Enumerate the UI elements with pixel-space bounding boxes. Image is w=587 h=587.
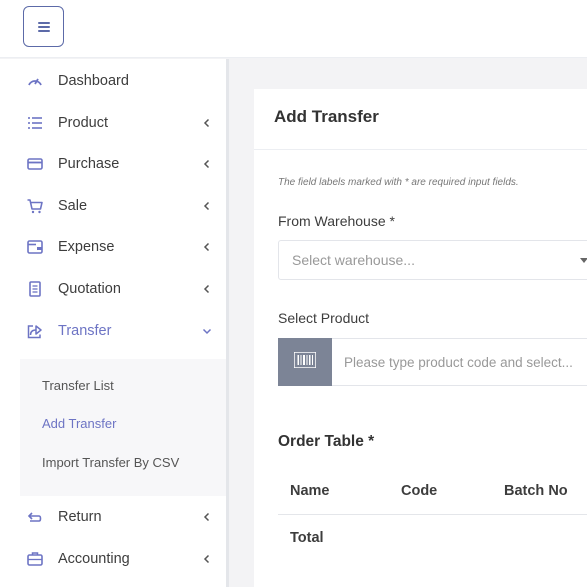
share-icon: [26, 322, 44, 340]
table-footer-total: Total: [290, 530, 324, 546]
dashboard-gauge-icon: [26, 72, 44, 90]
cart-icon: [26, 197, 44, 215]
chevron-left-icon: [201, 283, 213, 295]
chevron-left-icon: [201, 553, 213, 565]
transfer-submenu: Transfer List Add Transfer Import Transf…: [20, 359, 226, 496]
sidebar-item-quotation[interactable]: Quotation: [0, 269, 226, 309]
from-warehouse-label: From Warehouse *: [278, 213, 395, 229]
card-icon: [26, 155, 44, 173]
chevron-left-icon: [201, 511, 213, 523]
list-icon: [26, 114, 44, 132]
sidebar-item-label: Product: [58, 115, 108, 131]
sidebar-item-label: Transfer: [58, 323, 112, 339]
add-transfer-card: Add Transfer The field labels marked wit…: [254, 89, 587, 587]
sidebar-item-label: Purchase: [58, 156, 120, 172]
submenu-item-transfer-list[interactable]: Transfer List: [42, 378, 114, 393]
submenu-item-add-transfer[interactable]: Add Transfer: [42, 416, 116, 431]
chevron-left-icon: [201, 158, 213, 170]
chevron-left-icon: [201, 241, 213, 253]
chevron-left-icon: [201, 117, 213, 129]
top-bar: [0, 0, 587, 58]
page-title: Add Transfer: [274, 107, 379, 126]
sidebar-item-expense[interactable]: Expense: [0, 227, 226, 267]
product-search-placeholder: Please type product code and select...: [344, 355, 573, 370]
chevron-down-icon: [201, 325, 213, 337]
sidebar-item-label: Expense: [58, 239, 115, 255]
sidebar-divider: [226, 59, 229, 587]
wallet-icon: [26, 238, 44, 256]
sidebar-item-return[interactable]: Return: [0, 497, 226, 537]
return-arrow-icon: [26, 508, 44, 526]
sidebar-item-label: Dashboard: [58, 73, 129, 89]
sidebar-item-dashboard[interactable]: Dashboard: [0, 61, 226, 101]
column-header-name: Name: [290, 483, 330, 499]
sidebar-item-sale[interactable]: Sale: [0, 186, 226, 226]
menu-toggle-button[interactable]: [23, 6, 64, 47]
column-header-batch-no: Batch No: [504, 483, 568, 499]
briefcase-icon: [26, 550, 44, 568]
chevron-left-icon: [201, 200, 213, 212]
title-divider: [254, 149, 587, 150]
barcode-button[interactable]: [278, 338, 332, 386]
order-table-title: Order Table *: [278, 433, 375, 450]
sidebar-item-product[interactable]: Product: [0, 103, 226, 143]
required-fields-hint: The field labels marked with * are requi…: [278, 177, 519, 188]
sidebar: Dashboard Product Purchase Sale Expense …: [0, 59, 226, 587]
sidebar-item-accounting[interactable]: Accounting: [0, 539, 226, 579]
sidebar-item-label: Sale: [58, 198, 88, 214]
submenu-item-import-transfer-csv[interactable]: Import Transfer By CSV: [42, 455, 179, 470]
from-warehouse-placeholder: Select warehouse...: [292, 252, 415, 268]
document-icon: [26, 280, 44, 298]
hamburger-icon: [37, 21, 50, 32]
barcode-icon: [293, 350, 317, 373]
sidebar-item-label: Quotation: [58, 281, 121, 297]
from-warehouse-select[interactable]: Select warehouse...: [278, 240, 587, 280]
sidebar-item-purchase[interactable]: Purchase: [0, 144, 226, 184]
caret-down-icon: [580, 258, 587, 263]
product-search-input[interactable]: Please type product code and select...: [332, 338, 587, 386]
sidebar-item-label: Accounting: [58, 551, 130, 567]
sidebar-item-label: Return: [58, 509, 102, 525]
sidebar-item-transfer[interactable]: Transfer: [0, 311, 226, 351]
select-product-label: Select Product: [278, 310, 370, 326]
table-header-divider: [278, 514, 587, 515]
column-header-code: Code: [401, 483, 438, 499]
